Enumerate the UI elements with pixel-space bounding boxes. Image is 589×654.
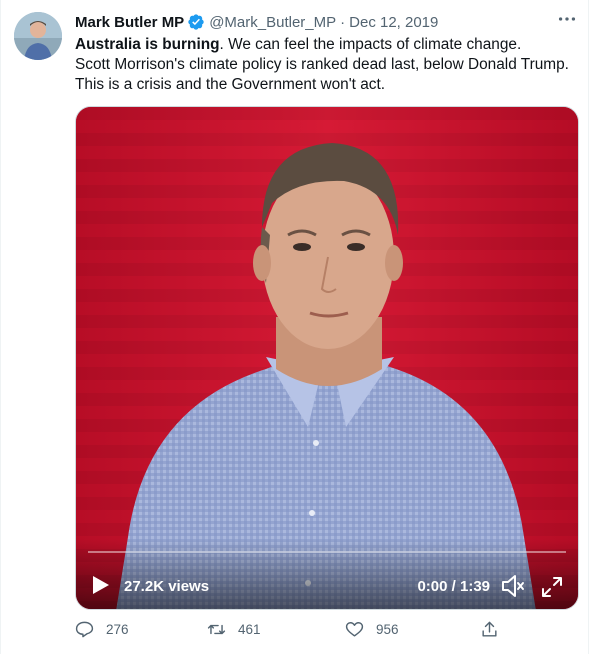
- like-button[interactable]: 956: [345, 620, 399, 639]
- reply-icon: [75, 621, 94, 638]
- more-dots-icon[interactable]: [556, 8, 578, 30]
- video-time: 0:00 / 1:39: [417, 578, 490, 595]
- volume-muted-icon[interactable]: [500, 573, 526, 599]
- fullscreen-icon[interactable]: [540, 575, 564, 599]
- video-view-count: 27.2K views: [124, 578, 210, 595]
- tweet-header: Mark Butler MP @Mark_Butler_MP · Dec 12,…: [75, 11, 572, 33]
- tweet-actions: 276 461 956: [75, 620, 505, 646]
- tweet-line-3: This is a crisis and the Government won'…: [75, 76, 386, 93]
- reply-count: 276: [106, 622, 129, 637]
- tweet-line-2: Scott Morrison's climate policy is ranke…: [75, 56, 569, 73]
- avatar[interactable]: [14, 12, 62, 60]
- video-frame: [76, 107, 578, 609]
- play-icon[interactable]: [92, 575, 110, 595]
- avatar-image: [14, 12, 62, 60]
- retweet-icon: [207, 624, 226, 635]
- video-player[interactable]: 27.2K views 0:00 / 1:39: [75, 106, 579, 610]
- video-progress-bar[interactable]: [88, 551, 566, 553]
- reply-button[interactable]: 276: [75, 620, 129, 639]
- tweet-card[interactable]: Mark Butler MP @Mark_Butler_MP · Dec 12,…: [0, 0, 589, 654]
- tweet-line-1-rest: . We can feel the impacts of climate cha…: [219, 36, 522, 53]
- separator-dot: ·: [340, 13, 346, 31]
- share-button[interactable]: [480, 620, 511, 639]
- retweet-count: 461: [238, 622, 261, 637]
- retweet-button[interactable]: 461: [207, 620, 261, 639]
- tweet-date[interactable]: Dec 12, 2019: [349, 14, 438, 31]
- heart-icon: [345, 622, 364, 637]
- tweet-line-1: Australia is burning. We can feel the im…: [75, 35, 575, 55]
- tweet-text: Australia is burning. We can feel the im…: [75, 35, 575, 95]
- tweet-bold-lead: Australia is burning: [75, 36, 220, 53]
- author-handle[interactable]: @Mark_Butler_MP: [209, 14, 336, 31]
- like-count: 956: [376, 622, 399, 637]
- author-name[interactable]: Mark Butler MP: [75, 14, 184, 31]
- verified-badge-icon: [188, 14, 204, 30]
- share-icon: [482, 621, 497, 637]
